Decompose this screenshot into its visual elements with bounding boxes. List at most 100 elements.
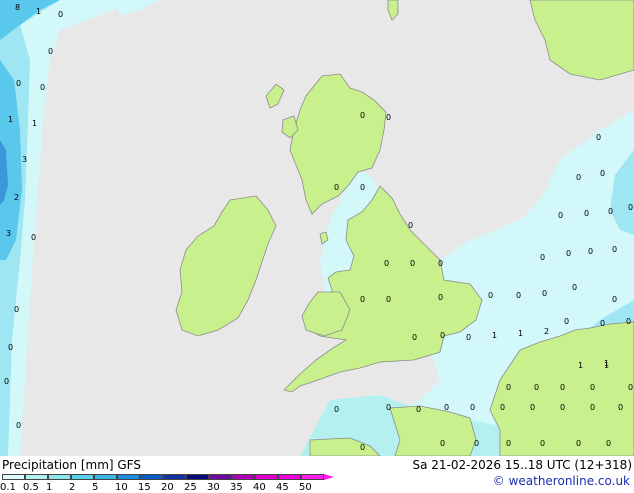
precip-value-label: 0	[540, 253, 545, 262]
scale-tick-label: 35	[230, 482, 243, 493]
precip-value-label: 0	[474, 439, 479, 448]
precip-value-label: 0	[360, 443, 365, 452]
scale-swatch	[232, 474, 255, 480]
precip-value-label: 1	[36, 7, 41, 16]
precip-value-label: 0	[506, 439, 511, 448]
scale-swatch	[163, 474, 186, 480]
scale-swatch	[94, 474, 117, 480]
precip-value-label: 0	[466, 333, 471, 342]
scale-swatch	[25, 474, 48, 480]
copyright-link[interactable]: © weatheronline.co.uk	[493, 474, 630, 488]
scale-tick-label: 25	[184, 482, 197, 493]
precip-value-label: 0	[16, 421, 21, 430]
precip-value-label: 0	[588, 247, 593, 256]
precip-value-label: 0	[618, 403, 623, 412]
precip-value-label: 0	[566, 249, 571, 258]
precip-value-label: 0	[542, 289, 547, 298]
precip-value-label: 0	[334, 405, 339, 414]
precip-value-label: 1	[518, 329, 523, 338]
precip-value-label: 0	[612, 295, 617, 304]
precip-value-label: 1	[8, 115, 13, 124]
precip-value-label: 0	[584, 209, 589, 218]
precip-value-label: 0	[360, 295, 365, 304]
precip-value-label: 0	[360, 183, 365, 192]
run-info: Sa 21-02-2026 15..18 UTC (12+318)	[412, 458, 632, 472]
precip-value-label: 0	[384, 259, 389, 268]
precip-value-label: 0	[444, 403, 449, 412]
scale-tick-label: 20	[161, 482, 174, 493]
precip-value-label: 2	[544, 327, 549, 336]
precip-value-label: 0	[612, 245, 617, 254]
scale-tick-label: 30	[207, 482, 220, 493]
precip-value-label: 0	[440, 439, 445, 448]
precip-value-label: 0	[386, 113, 391, 122]
precip-value-label: 0	[408, 221, 413, 230]
scale-tick-label: 40	[253, 482, 266, 493]
precip-value-label: 0	[576, 439, 581, 448]
scale-tick-label: 15	[138, 482, 151, 493]
precip-value-label: 0	[530, 403, 535, 412]
precip-value-label: 3	[6, 229, 11, 238]
precip-value-label: 0	[558, 211, 563, 220]
precip-value-label: 0	[628, 203, 633, 212]
precip-value-label: 0	[440, 331, 445, 340]
scale-tick-label: 45	[276, 482, 289, 493]
scale-tick-label: 1	[46, 482, 53, 493]
precip-value-label: 3	[22, 155, 27, 164]
precip-value-label: 0	[58, 10, 63, 19]
precip-value-label: 0	[628, 383, 633, 392]
precip-value-label: 0	[560, 383, 565, 392]
precip-value-label: 0	[386, 403, 391, 412]
scale-swatch	[186, 474, 209, 480]
scale-swatch	[117, 474, 140, 480]
precip-value-label: 0	[590, 383, 595, 392]
scale-swatch	[301, 474, 324, 480]
precip-value-label: 0	[4, 377, 9, 386]
scale-swatch	[278, 474, 301, 480]
precip-value-label: 0	[438, 259, 443, 268]
precip-value-label: 0	[534, 383, 539, 392]
precip-value-label: 0	[516, 291, 521, 300]
scale-tick-label: 0.5	[23, 482, 39, 493]
precip-value-label: 0	[14, 305, 19, 314]
precip-value-label: 0	[438, 293, 443, 302]
precip-value-label: 0	[600, 169, 605, 178]
precip-value-label: 0	[540, 439, 545, 448]
precip-value-label: 0	[488, 291, 493, 300]
map-title: Precipitation [mm] GFS	[2, 458, 141, 472]
precip-value-label: 8	[15, 3, 20, 12]
precip-value-label: 0	[608, 207, 613, 216]
color-scale: 0.1 0.5 1 2 5 10 15 20 25 30 35 40 45 50	[0, 474, 334, 493]
precip-value-label: 0	[500, 403, 505, 412]
precip-value-label: 0	[596, 133, 601, 142]
precip-value-label: 0	[600, 319, 605, 328]
precip-value-label: 1	[578, 361, 583, 370]
precip-value-label: 0	[576, 173, 581, 182]
precip-value-label: 1	[32, 119, 37, 128]
precipitation-map: 8 1 0 0 0 0 1 1 3 2 3 0 0 0 0 0 0 0 0 0 0 0 0 0 0 0 0 0 0 0 0 0 0 1 1 2 0 0 0 0…	[0, 0, 634, 456]
precip-value-label: 0	[410, 259, 415, 268]
scale-tick-label: 50	[299, 482, 312, 493]
precip-value-label: 0	[470, 403, 475, 412]
legend-bar: Precipitation [mm] GFS Sa 21-02-2026 15.…	[0, 456, 634, 493]
precip-value-label: 0	[560, 403, 565, 412]
precip-value-label: 0	[626, 317, 631, 326]
precip-value-label: 0	[360, 111, 365, 120]
scale-tick-label: 2	[69, 482, 76, 493]
precip-value-label: 0	[506, 383, 511, 392]
scale-tick-label: 0.1	[0, 482, 16, 493]
precip-value-label: 0	[40, 83, 45, 92]
precip-value-label: 0	[606, 439, 611, 448]
precip-value-label: 0	[416, 405, 421, 414]
scale-arrow	[324, 474, 334, 480]
scale-swatch	[2, 474, 25, 480]
precip-value-label: 0	[334, 183, 339, 192]
scale-swatch	[255, 474, 278, 480]
scale-swatch	[140, 474, 163, 480]
precip-value-label: 0	[412, 333, 417, 342]
precip-value-label: 0	[590, 403, 595, 412]
precip-value-label: 2	[14, 193, 19, 202]
precip-value-label: 0	[31, 233, 36, 242]
scale-tick-label: 10	[115, 482, 128, 493]
precip-value-label: 0	[8, 343, 13, 352]
